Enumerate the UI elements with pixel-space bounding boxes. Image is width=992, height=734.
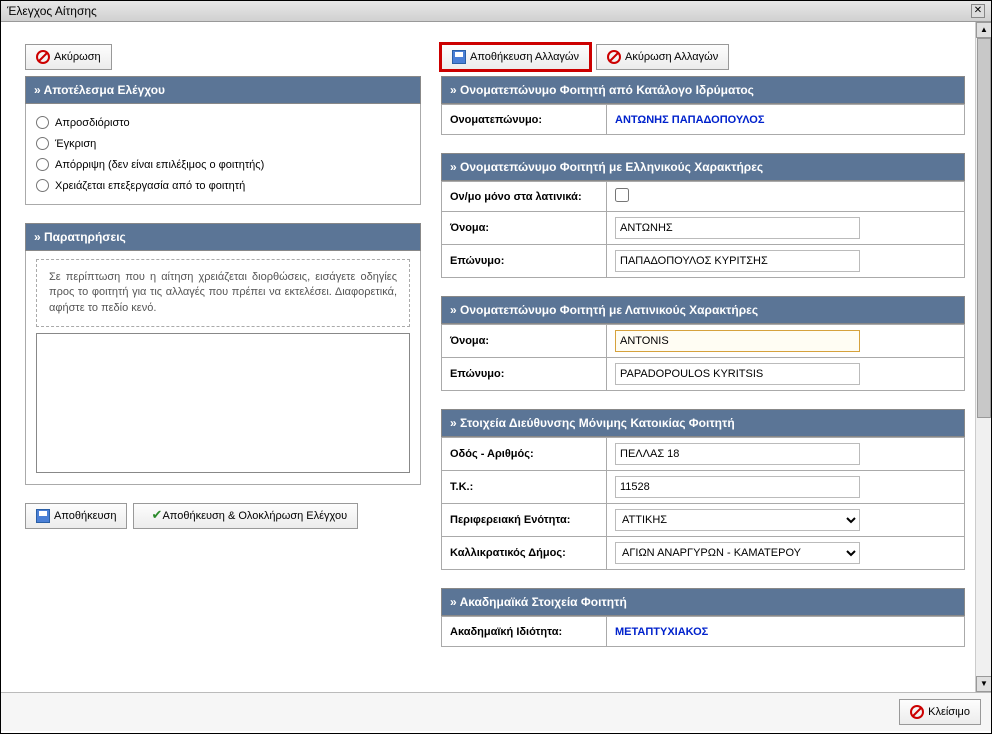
greek-latin-only-row: Ον/μο μόνο στα λατινικά: — [442, 182, 965, 212]
academic-status-row: Ακαδημαϊκή Ιδιότητα: ΜΕΤΑΠΤΥΧΙΑΚΟΣ — [442, 617, 965, 647]
radio-undetermined-label: Απροσδιόριστο — [55, 117, 130, 129]
address-region-label: Περιφερειακή Ενότητα: — [442, 504, 607, 537]
academic-status-label: Ακαδημαϊκή Ιδιότητα: — [442, 617, 607, 647]
notes-header: » Παρατηρήσεις — [25, 223, 421, 251]
address-street-row: Οδός - Αριθμός: — [442, 438, 965, 471]
latin-lastname-input[interactable] — [615, 363, 860, 385]
cancel-button-label: Ακύρωση — [54, 51, 101, 63]
greek-latin-only-checkbox[interactable] — [615, 188, 629, 202]
scrollbar[interactable]: ▲ ▼ — [975, 22, 991, 692]
address-street-label: Οδός - Αριθμός: — [442, 438, 607, 471]
cancel-button[interactable]: Ακύρωση — [25, 44, 112, 70]
greek-lastname-label: Επώνυμο: — [442, 245, 607, 278]
greek-lastname-input[interactable] — [615, 250, 860, 272]
cancel-changes-button[interactable]: Ακύρωση Αλλαγών — [596, 44, 729, 70]
radio-reject-input[interactable] — [36, 158, 49, 171]
address-muni-select[interactable]: ΑΓΙΩΝ ΑΝΑΡΓΥΡΩΝ - ΚΑΜΑΤΕΡΟΥ — [615, 542, 860, 564]
close-button-label: Κλείσιμο — [928, 706, 970, 718]
academic-status-value: ΜΕΤΑΠΤΥΧΙΑΚΟΣ — [615, 626, 708, 638]
result-section: » Αποτέλεσμα Ελέγχου Απροσδιόριστο Έγκρι… — [25, 76, 421, 205]
save-complete-button-label: Αποθήκευση & Ολοκλήρωση Ελέγχου — [162, 510, 347, 522]
close-button[interactable]: Κλείσιμο — [899, 699, 981, 725]
address-header: » Στοιχεία Διεύθυνσης Μόνιμης Κατοικίας … — [441, 409, 965, 437]
address-street-input[interactable] — [615, 443, 860, 465]
address-region-row: Περιφερειακή Ενότητα: ΑΤΤΙΚΗΣ — [442, 504, 965, 537]
greek-section: » Ονοματεπώνυμο Φοιτητή με Ελληνικούς Χα… — [441, 153, 965, 278]
address-muni-row: Καλλικρατικός Δήμος: ΑΓΙΩΝ ΑΝΑΡΓΥΡΩΝ - Κ… — [442, 537, 965, 570]
save-button-label: Αποθήκευση — [54, 510, 116, 522]
main-area: Ακύρωση » Αποτέλεσμα Ελέγχου Απροσδιόρισ… — [1, 22, 991, 692]
check-icon — [144, 509, 158, 523]
address-zip-input[interactable] — [615, 476, 860, 498]
radio-needs-edit-label: Χρειάζεται επεξεργασία από το φοιτητή — [55, 180, 245, 192]
scrollbar-thumb[interactable] — [977, 38, 991, 418]
radio-reject[interactable]: Απόρριψη (δεν είναι επιλέξιμος ο φοιτητή… — [36, 154, 410, 175]
catalog-section: » Ονοματεπώνυμο Φοιτητή από Κατάλογο Ιδρ… — [441, 76, 965, 135]
address-zip-label: Τ.Κ.: — [442, 471, 607, 504]
scrollbar-down-arrow[interactable]: ▼ — [976, 676, 991, 692]
radio-undetermined-input[interactable] — [36, 116, 49, 129]
cancel-icon — [910, 705, 924, 719]
notes-textarea[interactable] — [36, 333, 410, 473]
save-icon — [36, 509, 50, 523]
radio-approve-label: Έγκριση — [55, 138, 96, 150]
footer-bar: Κλείσιμο — [1, 692, 991, 731]
save-icon — [452, 50, 466, 64]
academic-header: » Ακαδημαϊκά Στοιχεία Φοιτητή — [441, 588, 965, 616]
latin-firstname-label: Όνομα: — [442, 325, 607, 358]
save-button[interactable]: Αποθήκευση — [25, 503, 127, 529]
notes-hint: Σε περίπτωση που η αίτηση χρειάζεται διο… — [36, 259, 410, 327]
latin-firstname-input[interactable] — [615, 330, 860, 352]
radio-needs-edit-input[interactable] — [36, 179, 49, 192]
latin-section: » Ονοματεπώνυμο Φοιτητή με Λατινικούς Χα… — [441, 296, 965, 391]
window-title: Έλεγχος Αίτησης — [7, 4, 97, 18]
catalog-fullname-value: ΑΝΤΩΝΗΣ ΠΑΠΑΔΟΠΟΥΛΟΣ — [615, 114, 764, 126]
radio-approve-input[interactable] — [36, 137, 49, 150]
address-muni-label: Καλλικρατικός Δήμος: — [442, 537, 607, 570]
greek-lastname-row: Επώνυμο: — [442, 245, 965, 278]
window-close-button[interactable]: ✕ — [971, 4, 985, 18]
cancel-icon — [607, 50, 621, 64]
latin-lastname-row: Επώνυμο: — [442, 358, 965, 391]
scrollbar-up-arrow[interactable]: ▲ — [976, 22, 991, 38]
result-header: » Αποτέλεσμα Ελέγχου — [25, 76, 421, 104]
catalog-fullname-row: Ονοματεπώνυμο: ΑΝΤΩΝΗΣ ΠΑΠΑΔΟΠΟΥΛΟΣ — [442, 105, 965, 135]
address-zip-row: Τ.Κ.: — [442, 471, 965, 504]
radio-approve[interactable]: Έγκριση — [36, 133, 410, 154]
greek-firstname-label: Όνομα: — [442, 212, 607, 245]
address-region-select[interactable]: ΑΤΤΙΚΗΣ — [615, 509, 860, 531]
latin-lastname-label: Επώνυμο: — [442, 358, 607, 391]
greek-firstname-input[interactable] — [615, 217, 860, 239]
cancel-changes-label: Ακύρωση Αλλαγών — [625, 51, 718, 63]
right-column: Αποθήκευση Αλλαγών Ακύρωση Αλλαγών » Ονο… — [431, 32, 985, 692]
greek-firstname-row: Όνομα: — [442, 212, 965, 245]
cancel-icon — [36, 50, 50, 64]
save-changes-label: Αποθήκευση Αλλαγών — [470, 51, 579, 63]
catalog-header: » Ονοματεπώνυμο Φοιτητή από Κατάλογο Ιδρ… — [441, 76, 965, 104]
address-section: » Στοιχεία Διεύθυνσης Μόνιμης Κατοικίας … — [441, 409, 965, 570]
greek-header: » Ονοματεπώνυμο Φοιτητή με Ελληνικούς Χα… — [441, 153, 965, 181]
save-changes-button[interactable]: Αποθήκευση Αλλαγών — [441, 44, 590, 70]
latin-firstname-row: Όνομα: — [442, 325, 965, 358]
save-complete-button[interactable]: Αποθήκευση & Ολοκλήρωση Ελέγχου — [133, 503, 358, 529]
greek-latin-only-label: Ον/μο μόνο στα λατινικά: — [442, 182, 607, 212]
radio-needs-edit[interactable]: Χρειάζεται επεξεργασία από το φοιτητή — [36, 175, 410, 196]
latin-header: » Ονοματεπώνυμο Φοιτητή με Λατινικούς Χα… — [441, 296, 965, 324]
radio-undetermined[interactable]: Απροσδιόριστο — [36, 112, 410, 133]
notes-section: » Παρατηρήσεις Σε περίπτωση που η αίτηση… — [25, 223, 421, 485]
academic-section: » Ακαδημαϊκά Στοιχεία Φοιτητή Ακαδημαϊκή… — [441, 588, 965, 647]
window-titlebar: Έλεγχος Αίτησης ✕ — [1, 1, 991, 22]
radio-reject-label: Απόρριψη (δεν είναι επιλέξιμος ο φοιτητή… — [55, 159, 264, 171]
left-column: Ακύρωση » Αποτέλεσμα Ελέγχου Απροσδιόρισ… — [11, 32, 431, 692]
catalog-fullname-label: Ονοματεπώνυμο: — [442, 105, 607, 135]
